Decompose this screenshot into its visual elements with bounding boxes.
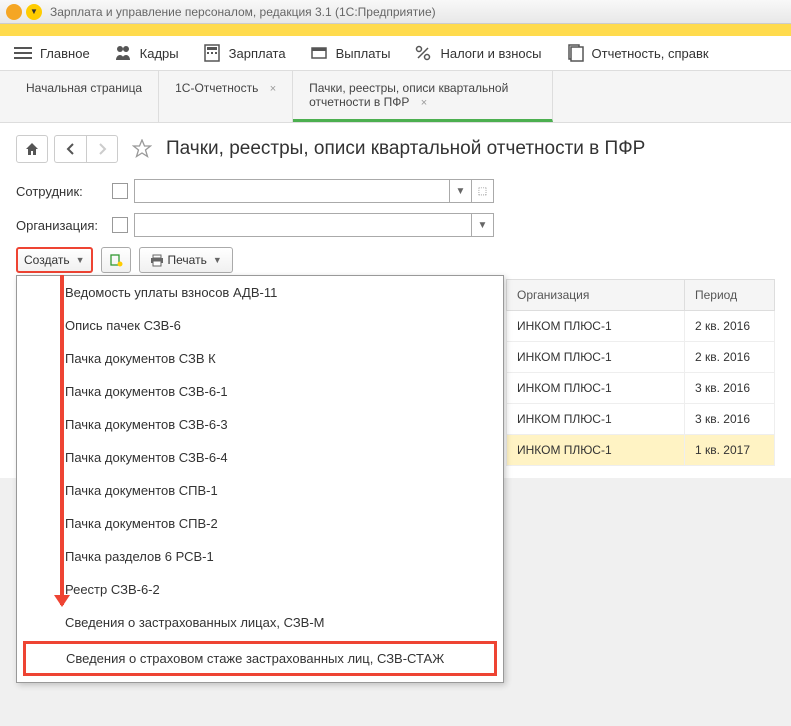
menu-label: Кадры — [140, 46, 179, 61]
window-title: Зарплата и управление персоналом, редакц… — [50, 5, 436, 19]
filter-employee-row: Сотрудник: ▼ ⬚ — [16, 179, 775, 203]
tab-label: 1С-Отчетность — [175, 81, 258, 95]
documents-table: Организация Период ИНКОМ ПЛЮС-12 кв. 201… — [506, 279, 775, 466]
org-input-group: ▼ — [134, 213, 494, 237]
menu-salary[interactable]: Зарплата — [203, 44, 286, 62]
menu-label: Отчетность, справк — [592, 46, 709, 61]
dropdown-item[interactable]: Пачка документов СЗВ-6-3 — [17, 408, 503, 441]
tab-pfr[interactable]: Пачки, реестры, описи квартальной отчетн… — [293, 71, 553, 122]
create-label: Создать — [24, 253, 70, 267]
calculator-icon — [203, 44, 221, 62]
dropdown-item[interactable]: Опись пачек СЗВ-6 — [17, 309, 503, 342]
favorite-star-icon[interactable] — [132, 139, 152, 159]
title-dropdown-icon[interactable]: ▼ — [26, 4, 42, 20]
print-label: Печать — [168, 253, 207, 267]
document-icon — [566, 44, 584, 62]
caret-down-icon: ▼ — [213, 255, 222, 265]
copy-button[interactable] — [101, 247, 131, 273]
dropdown-item[interactable]: Пачка документов СЗВ-6-1 — [17, 375, 503, 408]
menu-lines-icon — [14, 44, 32, 62]
page-header: Пачки, реестры, описи квартальной отчетн… — [16, 135, 775, 163]
dropdown-item[interactable]: Сведения о застрахованных лицах, СЗВ-М — [17, 606, 503, 639]
toolbar: Создать ▼ Печать ▼ Ведомость уплаты взно… — [16, 247, 775, 273]
tabs-bar: Начальная страница 1С-Отчетность × Пачки… — [0, 71, 791, 123]
menu-staff[interactable]: Кадры — [114, 44, 179, 62]
menu-taxes[interactable]: Налоги и взносы — [414, 44, 541, 62]
print-button[interactable]: Печать ▼ — [139, 247, 233, 273]
org-input[interactable] — [135, 214, 471, 236]
dropdown-item[interactable]: Пачка документов СПВ-2 — [17, 507, 503, 540]
dropdown-item[interactable]: Реестр СЗВ-6-2 — [17, 573, 503, 606]
table-row[interactable]: ИНКОМ ПЛЮС-13 кв. 2016 — [507, 373, 775, 404]
col-org-header[interactable]: Организация — [507, 280, 685, 311]
org-checkbox[interactable] — [112, 217, 128, 233]
caret-down-icon: ▼ — [76, 255, 85, 265]
dropdown-item[interactable]: Ведомость уплаты взносов АДВ-11 — [17, 276, 503, 309]
tab-label: Начальная страница — [26, 81, 142, 95]
annotation-arrow — [60, 275, 64, 605]
tab-home[interactable]: Начальная страница — [10, 71, 159, 122]
page-content: Пачки, реестры, описи квартальной отчетн… — [0, 123, 791, 478]
dropdown-item[interactable]: Пачка документов СЗВ К — [17, 342, 503, 375]
table-row[interactable]: ИНКОМ ПЛЮС-12 кв. 2016 — [507, 311, 775, 342]
filter-org-row: Организация: ▼ — [16, 213, 775, 237]
menu-reports[interactable]: Отчетность, справк — [566, 44, 709, 62]
app-icon — [6, 4, 22, 20]
table-row[interactable]: ИНКОМ ПЛЮС-13 кв. 2016 — [507, 404, 775, 435]
menu-payments[interactable]: Выплаты — [310, 44, 391, 62]
employee-input[interactable] — [135, 180, 449, 202]
org-dropdown-btn[interactable]: ▼ — [471, 214, 493, 236]
printer-icon — [150, 253, 164, 267]
dropdown-item[interactable]: Пачка документов СЗВ-6-4 — [17, 441, 503, 474]
create-dropdown-menu: Ведомость уплаты взносов АДВ-11 Опись па… — [16, 275, 504, 683]
col-period-header[interactable]: Период — [685, 280, 775, 311]
main-menu: Главное Кадры Зарплата Выплаты Налоги и … — [0, 36, 791, 71]
tab-close-icon[interactable]: × — [270, 83, 276, 95]
menu-label: Налоги и взносы — [440, 46, 541, 61]
employee-input-group: ▼ ⬚ — [134, 179, 494, 203]
wallet-icon — [310, 44, 328, 62]
window-titlebar: ▼ Зарплата и управление персоналом, реда… — [0, 0, 791, 24]
employee-checkbox[interactable] — [112, 183, 128, 199]
dropdown-item[interactable]: Пачка документов СПВ-1 — [17, 474, 503, 507]
table-row[interactable]: ИНКОМ ПЛЮС-12 кв. 2016 — [507, 342, 775, 373]
tab-label: Пачки, реестры, описи квартальной отчетн… — [309, 81, 508, 109]
tab-close-icon[interactable]: × — [421, 97, 427, 109]
home-button[interactable] — [16, 135, 48, 163]
page-title: Пачки, реестры, описи квартальной отчетн… — [166, 138, 645, 160]
people-icon — [114, 44, 132, 62]
forward-button[interactable] — [86, 135, 118, 163]
percent-icon — [414, 44, 432, 62]
back-button[interactable] — [54, 135, 86, 163]
menu-label: Главное — [40, 46, 90, 61]
employee-dropdown-btn[interactable]: ▼ — [449, 180, 471, 202]
yellow-accent-bar — [0, 24, 791, 36]
dropdown-item-szv-stazh[interactable]: Сведения о страховом стаже застрахованны… — [23, 641, 497, 676]
menu-label: Выплаты — [336, 46, 391, 61]
dropdown-item[interactable]: Пачка разделов 6 РСВ-1 — [17, 540, 503, 573]
employee-label: Сотрудник: — [16, 184, 106, 199]
create-button[interactable]: Создать ▼ — [16, 247, 93, 273]
menu-label: Зарплата — [229, 46, 286, 61]
table-row[interactable]: ИНКОМ ПЛЮС-11 кв. 2017 — [507, 435, 775, 466]
employee-open-btn[interactable]: ⬚ — [471, 180, 493, 202]
tab-1c-report[interactable]: 1С-Отчетность × — [159, 71, 293, 122]
org-label: Организация: — [16, 218, 106, 233]
menu-main[interactable]: Главное — [14, 44, 90, 62]
